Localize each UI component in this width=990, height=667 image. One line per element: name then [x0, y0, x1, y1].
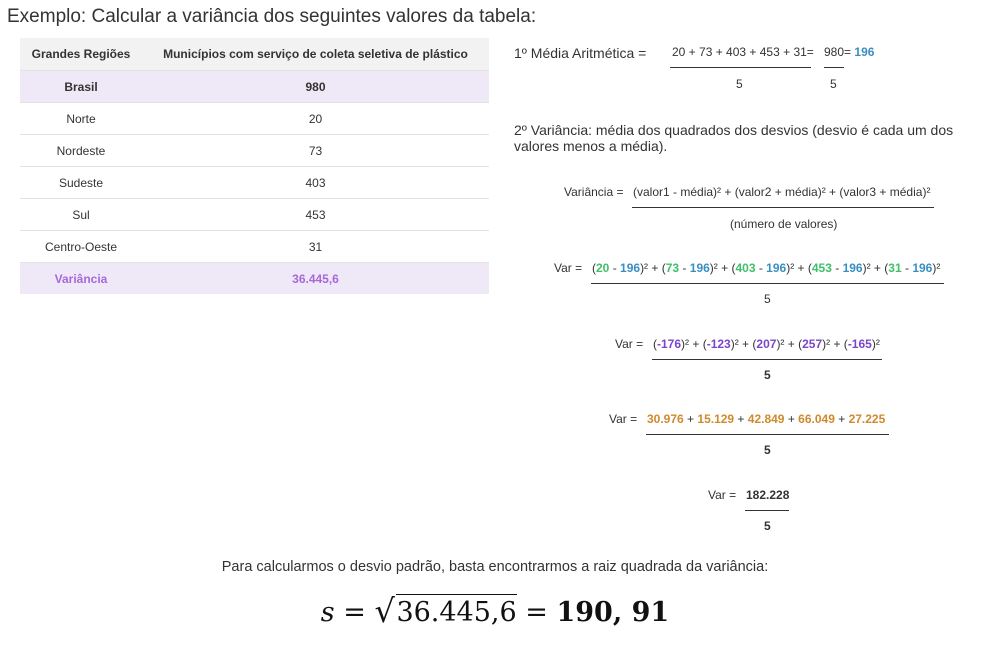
var-label: Var = [615, 337, 644, 351]
squared-deviation: 42.849 [747, 412, 785, 426]
mean-result: 196 [854, 45, 875, 59]
fraction-bar [670, 67, 811, 68]
variance-formula-denominator: (número de valores) [730, 217, 838, 231]
mean-sum: 980 [824, 45, 845, 59]
var-label: Var = [554, 261, 583, 275]
equals-sign: = [525, 597, 548, 628]
table-cell: 403 [142, 166, 489, 199]
table-cell: 20 [142, 102, 489, 135]
table-cell: Sul [20, 198, 142, 231]
table-cell: Sudeste [20, 166, 142, 199]
mean-denominator: 5 [736, 77, 743, 91]
table-row: Norte 20 [20, 102, 489, 135]
column-header: Municípios com serviço de coleta seletiv… [142, 38, 489, 71]
table-row: Sul 453 [20, 198, 489, 231]
var-step-b-denominator: 5 [764, 368, 771, 382]
var-step-b-numerator: (-176)² + (-123)² + (207)² + (257)² + (-… [653, 337, 880, 351]
table-cell: 73 [142, 134, 489, 167]
deviation: -165 [847, 337, 872, 351]
fraction-bar [646, 434, 889, 435]
variance-formula-label: Variância = [564, 185, 624, 199]
square-root: √ 36.445,6 [374, 592, 517, 630]
radicand: 36.445,6 [396, 594, 517, 628]
mean-result-fraction: 980= 196 [824, 45, 874, 59]
radical-icon: √ [374, 592, 395, 630]
fraction-bar [745, 510, 789, 511]
fraction-bar [824, 67, 844, 68]
table-cell: 31 [142, 230, 489, 263]
table-row: Sudeste 403 [20, 166, 489, 199]
mean: 196 [766, 261, 787, 275]
var-step-c-denominator: 5 [764, 443, 771, 457]
fraction-bar [652, 359, 882, 360]
deviation: 207 [756, 337, 777, 351]
page-title: Exemplo: Calcular a variância dos seguin… [7, 6, 537, 27]
data-table: Grandes Regiões Municípios com serviço d… [20, 38, 489, 294]
mean: 196 [912, 261, 933, 275]
variance-explanation: 2º Variância: média dos quadrados dos de… [514, 122, 954, 154]
table-cell: Centro-Oeste [20, 230, 142, 263]
var-label: Var = [708, 488, 737, 502]
squared-deviation: 15.129 [697, 412, 735, 426]
value: 453 [811, 261, 832, 275]
table-cell: 980 [142, 70, 489, 103]
mean: 196 [689, 261, 710, 275]
deviation: 257 [802, 337, 823, 351]
mean-denominator-2: 5 [830, 77, 837, 91]
table-cell: 36.445,6 [142, 262, 489, 294]
equals-sign: = [844, 45, 852, 59]
table-row: Brasil 980 [20, 70, 489, 103]
table-cell: Variância [20, 262, 142, 294]
stdev-result: 190, 91 [556, 597, 670, 628]
table-cell: Nordeste [20, 134, 142, 167]
mean-label: 1º Média Aritmética = [514, 45, 647, 61]
table-row: Nordeste 73 [20, 134, 489, 167]
value: 31 [888, 261, 902, 275]
mean-numerator: 20 + 73 + 403 + 453 + 31= [672, 45, 814, 59]
column-header: Grandes Regiões [20, 38, 142, 71]
conclusion-text: Para calcularmos o desvio padrão, basta … [221, 559, 769, 575]
var-step-c-numerator: 30.976 + 15.129 + 42.849 + 66.049 + 27.2… [647, 412, 886, 426]
var-step-d-numerator: 182.228 [746, 488, 790, 502]
table-cell: Brasil [20, 70, 142, 103]
standard-deviation-formula: s = √ 36.445,6 = 190, 91 [0, 592, 990, 630]
equals-sign: = [343, 597, 366, 628]
table-cell: Norte [20, 102, 142, 135]
var-label: Var = [609, 412, 638, 426]
var-step-a-numerator: (20 - 196)² + (73 - 196)² + (403 - 196)²… [592, 261, 941, 275]
var-step-a-denominator: 5 [764, 292, 771, 306]
value: 20 [596, 261, 610, 275]
deviation: -123 [706, 337, 731, 351]
table-header-row: Grandes Regiões Municípios com serviço d… [20, 38, 489, 71]
squared-deviation: 66.049 [798, 412, 835, 426]
fraction-bar [632, 207, 934, 208]
squared-deviation: 30.976 [647, 412, 684, 426]
deviation: -176 [657, 337, 682, 351]
fraction-bar [591, 283, 944, 284]
table-row-variance: Variância 36.445,6 [20, 262, 489, 294]
var-step-d-denominator: 5 [764, 519, 771, 533]
stdev-symbol: s [320, 597, 335, 628]
squared-deviation: 27.225 [848, 412, 886, 426]
value: 73 [665, 261, 680, 275]
value: 403 [735, 261, 756, 275]
mean: 196 [620, 261, 641, 275]
variance-formula-numerator: (valor1 - média)² + (valor2 + média)² + … [633, 185, 931, 199]
table-cell: 453 [142, 198, 489, 231]
table-row: Centro-Oeste 31 [20, 230, 489, 263]
mean: 196 [842, 261, 863, 275]
